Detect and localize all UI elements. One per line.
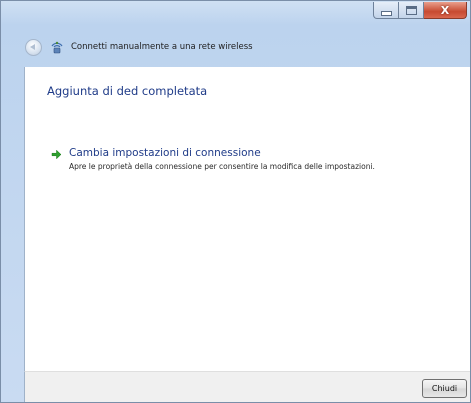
task-title[interactable]: Cambia impostazioni di connessione — [69, 146, 399, 160]
task-description: Apre le proprietà della connessione per … — [69, 162, 375, 171]
window-title: Connetti manualmente a una rete wireless — [71, 42, 253, 52]
content-pane: Aggiunta di ded completata Cambia impost… — [24, 67, 470, 371]
title-bar[interactable]: X — [1, 1, 470, 31]
close-icon: X — [440, 3, 450, 17]
maximize-button[interactable] — [399, 2, 424, 19]
button-bar: Chiudi — [24, 371, 470, 402]
maximize-icon — [405, 5, 417, 15]
navigation-bar: Connetti manualmente a una rete wireless — [1, 31, 470, 67]
minimize-icon — [380, 10, 392, 16]
change-connection-settings-link[interactable]: Cambia impostazioni di connessione Apre … — [51, 146, 399, 172]
wireless-network-icon — [51, 41, 63, 54]
close-window-button[interactable]: X — [424, 2, 467, 19]
back-button[interactable] — [25, 39, 42, 56]
task-text: Cambia impostazioni di connessione Apre … — [69, 146, 399, 172]
caption-buttons: X — [373, 2, 467, 20]
close-button[interactable]: Chiudi — [422, 379, 467, 398]
minimize-button[interactable] — [373, 2, 399, 19]
dialog-window: X Connetti manualmente a una rete wirele… — [0, 0, 471, 403]
green-arrow-icon — [51, 149, 62, 160]
page-heading: Aggiunta di ded completata — [47, 84, 208, 98]
